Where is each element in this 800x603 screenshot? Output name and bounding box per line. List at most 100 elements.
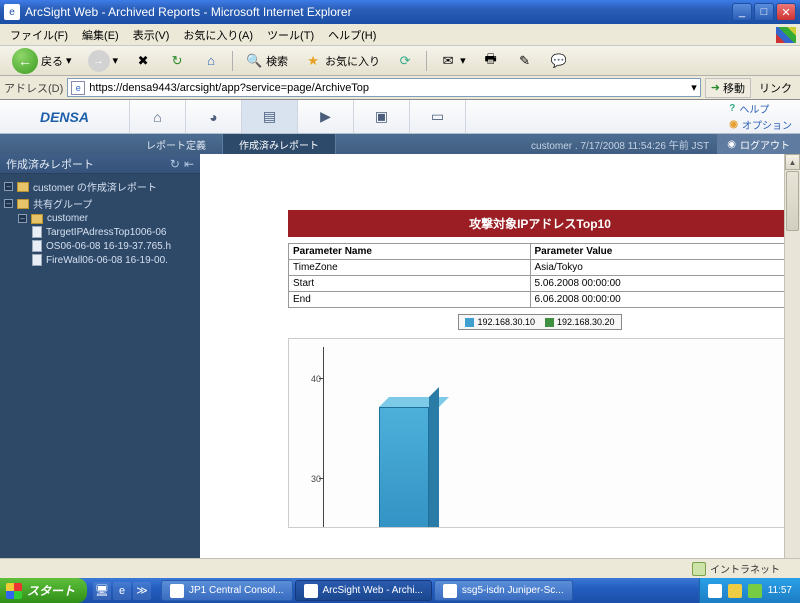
options-link[interactable]: ◉オプション [729, 117, 792, 132]
chart-bar [379, 407, 429, 528]
table-row: End6.06.2008 00:00:00 [289, 292, 792, 308]
bar-chart: 40 30 [288, 338, 792, 528]
zone-icon [692, 562, 706, 576]
menu-file[interactable]: ファイル(F) [4, 25, 74, 45]
param-value: Asia/Tokyo [530, 260, 791, 276]
tree-leaf[interactable]: FireWall06-06-08 16-19-00. [4, 253, 196, 267]
menu-edit[interactable]: 編集(E) [76, 25, 125, 45]
menu-view[interactable]: 表示(V) [127, 25, 176, 45]
parameter-table: Parameter NameParameter Value TimeZoneAs… [288, 243, 792, 308]
menu-help[interactable]: ヘルプ(H) [322, 25, 382, 45]
help-icon: ? [729, 103, 735, 114]
task-button[interactable]: JP1 Central Consol... [161, 580, 293, 601]
back-button[interactable]: ← 戻る ▾ [6, 45, 78, 77]
tree-label: FireWall06-06-08 16-19-00. [46, 255, 168, 266]
folder-icon [17, 182, 29, 192]
discuss-button[interactable]: 💬 [544, 49, 574, 73]
nav-case[interactable]: ▣ [354, 100, 410, 133]
y-tick [319, 478, 323, 479]
app-icon [304, 584, 318, 598]
address-input[interactable]: e https://densa9443/arcsight/app?service… [67, 78, 701, 97]
favorites-label: お気に入り [325, 53, 380, 69]
vertical-scrollbar[interactable]: ▲ ▼ [784, 154, 800, 578]
tray-icon[interactable] [728, 584, 742, 598]
menu-tools[interactable]: ツール(T) [261, 25, 320, 45]
links-label[interactable]: リンク [755, 80, 796, 96]
stop-button[interactable]: ✖ [128, 49, 158, 73]
refresh-button[interactable]: ↻ [162, 49, 192, 73]
edit-button[interactable]: ✎ [510, 49, 540, 73]
mail-button[interactable]: ✉▾ [433, 49, 472, 73]
app-viewport: DENSA ⌂ ◕ ▤ ▶ ▣ ▭ ?ヘルプ ◉オプション レポート定義 作成済… [0, 100, 800, 578]
home-button[interactable]: ⌂ [196, 49, 226, 73]
dropdown-icon[interactable]: ▾ [691, 81, 697, 94]
nav-home[interactable]: ⌂ [130, 100, 186, 133]
briefcase-icon: ▣ [375, 108, 388, 125]
back-arrow-icon: ← [12, 48, 38, 74]
task-label: ArcSight Web - Archi... [323, 585, 423, 596]
task-button[interactable]: ssg5-isdn Juniper-Sc... [434, 580, 573, 601]
chart-legend: 192.168.30.10 192.168.30.20 [458, 314, 621, 330]
ie-icon: e [4, 4, 20, 20]
collapse-tree-button[interactable]: ⇤ [184, 157, 194, 171]
folder-icon [31, 214, 43, 224]
back-label: 戻る [41, 53, 63, 69]
scroll-up-button[interactable]: ▲ [785, 154, 800, 170]
menu-favorites[interactable]: お気に入り(A) [177, 25, 259, 45]
window-titlebar: e ArcSight Web - Archived Reports - Micr… [0, 0, 800, 24]
help-link[interactable]: ?ヘルプ [729, 101, 792, 116]
system-tray: 11:57 [699, 578, 800, 603]
address-url: https://densa9443/arcsight/app?service=p… [89, 82, 687, 94]
tree-label: customer [47, 213, 88, 224]
stop-icon: ✖ [134, 52, 152, 70]
ql-icon[interactable]: e [113, 582, 131, 600]
subnav-archived[interactable]: 作成済みレポート [223, 134, 336, 154]
close-button[interactable]: ✕ [776, 3, 796, 21]
expander-icon[interactable]: – [18, 214, 27, 223]
mail-icon: ✉ [439, 52, 457, 70]
tree-node[interactable]: – customer [4, 212, 196, 225]
print-button[interactable]: 🖶 [476, 49, 506, 73]
scroll-thumb[interactable] [786, 171, 799, 231]
forward-button[interactable]: → ▾ [82, 47, 125, 75]
tray-icon[interactable] [748, 584, 762, 598]
edit-icon: ✎ [516, 52, 534, 70]
nav-dashboard[interactable]: ◕ [186, 100, 242, 133]
tree-leaf[interactable]: TargetIPAdressTop1006-06 [4, 225, 196, 239]
tree-node[interactable]: –customer の作成済レポート [4, 178, 196, 195]
expander-icon[interactable]: – [4, 199, 13, 208]
legend-item: 192.168.30.10 [465, 317, 535, 327]
tree-node[interactable]: –共有グループ [4, 195, 196, 212]
ql-icon[interactable]: 🖥 [93, 582, 111, 600]
favorites-button[interactable]: ★お気に入り [298, 49, 386, 73]
maximize-button[interactable]: □ [754, 3, 774, 21]
legend-item: 192.168.30.20 [545, 317, 615, 327]
nav-play[interactable]: ▶ [298, 100, 354, 133]
logo: DENSA [0, 100, 130, 133]
windows-logo-icon [6, 583, 22, 599]
task-button[interactable]: ArcSight Web - Archi... [295, 580, 432, 601]
logout-label: ログアウト [740, 137, 790, 152]
speech-icon: ▭ [431, 108, 444, 125]
search-button[interactable]: 🔍検索 [239, 49, 294, 73]
tray-icon[interactable] [708, 584, 722, 598]
start-button[interactable]: スタート [0, 578, 87, 603]
history-button[interactable]: ⟳ [390, 49, 420, 73]
go-button[interactable]: ➜移動 [705, 78, 751, 98]
ql-icon[interactable]: ≫ [133, 582, 151, 600]
tree-label: TargetIPAdressTop1006-06 [46, 227, 166, 238]
expander-icon[interactable]: – [4, 182, 13, 191]
bar-side [429, 387, 439, 528]
nav-reports[interactable]: ▤ [242, 100, 298, 133]
logout-button[interactable]: ◉ログアウト [717, 134, 800, 154]
subnav-report-def[interactable]: レポート定義 [130, 134, 223, 154]
nav-notify[interactable]: ▭ [410, 100, 466, 133]
minimize-button[interactable]: _ [732, 3, 752, 21]
tree-leaf[interactable]: OS06-06-08 16-19-37.765.h [4, 239, 196, 253]
toolbar: ← 戻る ▾ → ▾ ✖ ↻ ⌂ 🔍検索 ★お気に入り ⟳ ✉▾ 🖶 ✎ 💬 [0, 46, 800, 76]
param-name-header: Parameter Name [289, 244, 531, 260]
refresh-tree-button[interactable]: ↻ [170, 157, 180, 171]
side-panel-header: 作成済みレポート ↻ ⇤ [0, 154, 200, 174]
legend-label: 192.168.30.10 [477, 317, 535, 327]
go-label: 移動 [723, 80, 745, 96]
